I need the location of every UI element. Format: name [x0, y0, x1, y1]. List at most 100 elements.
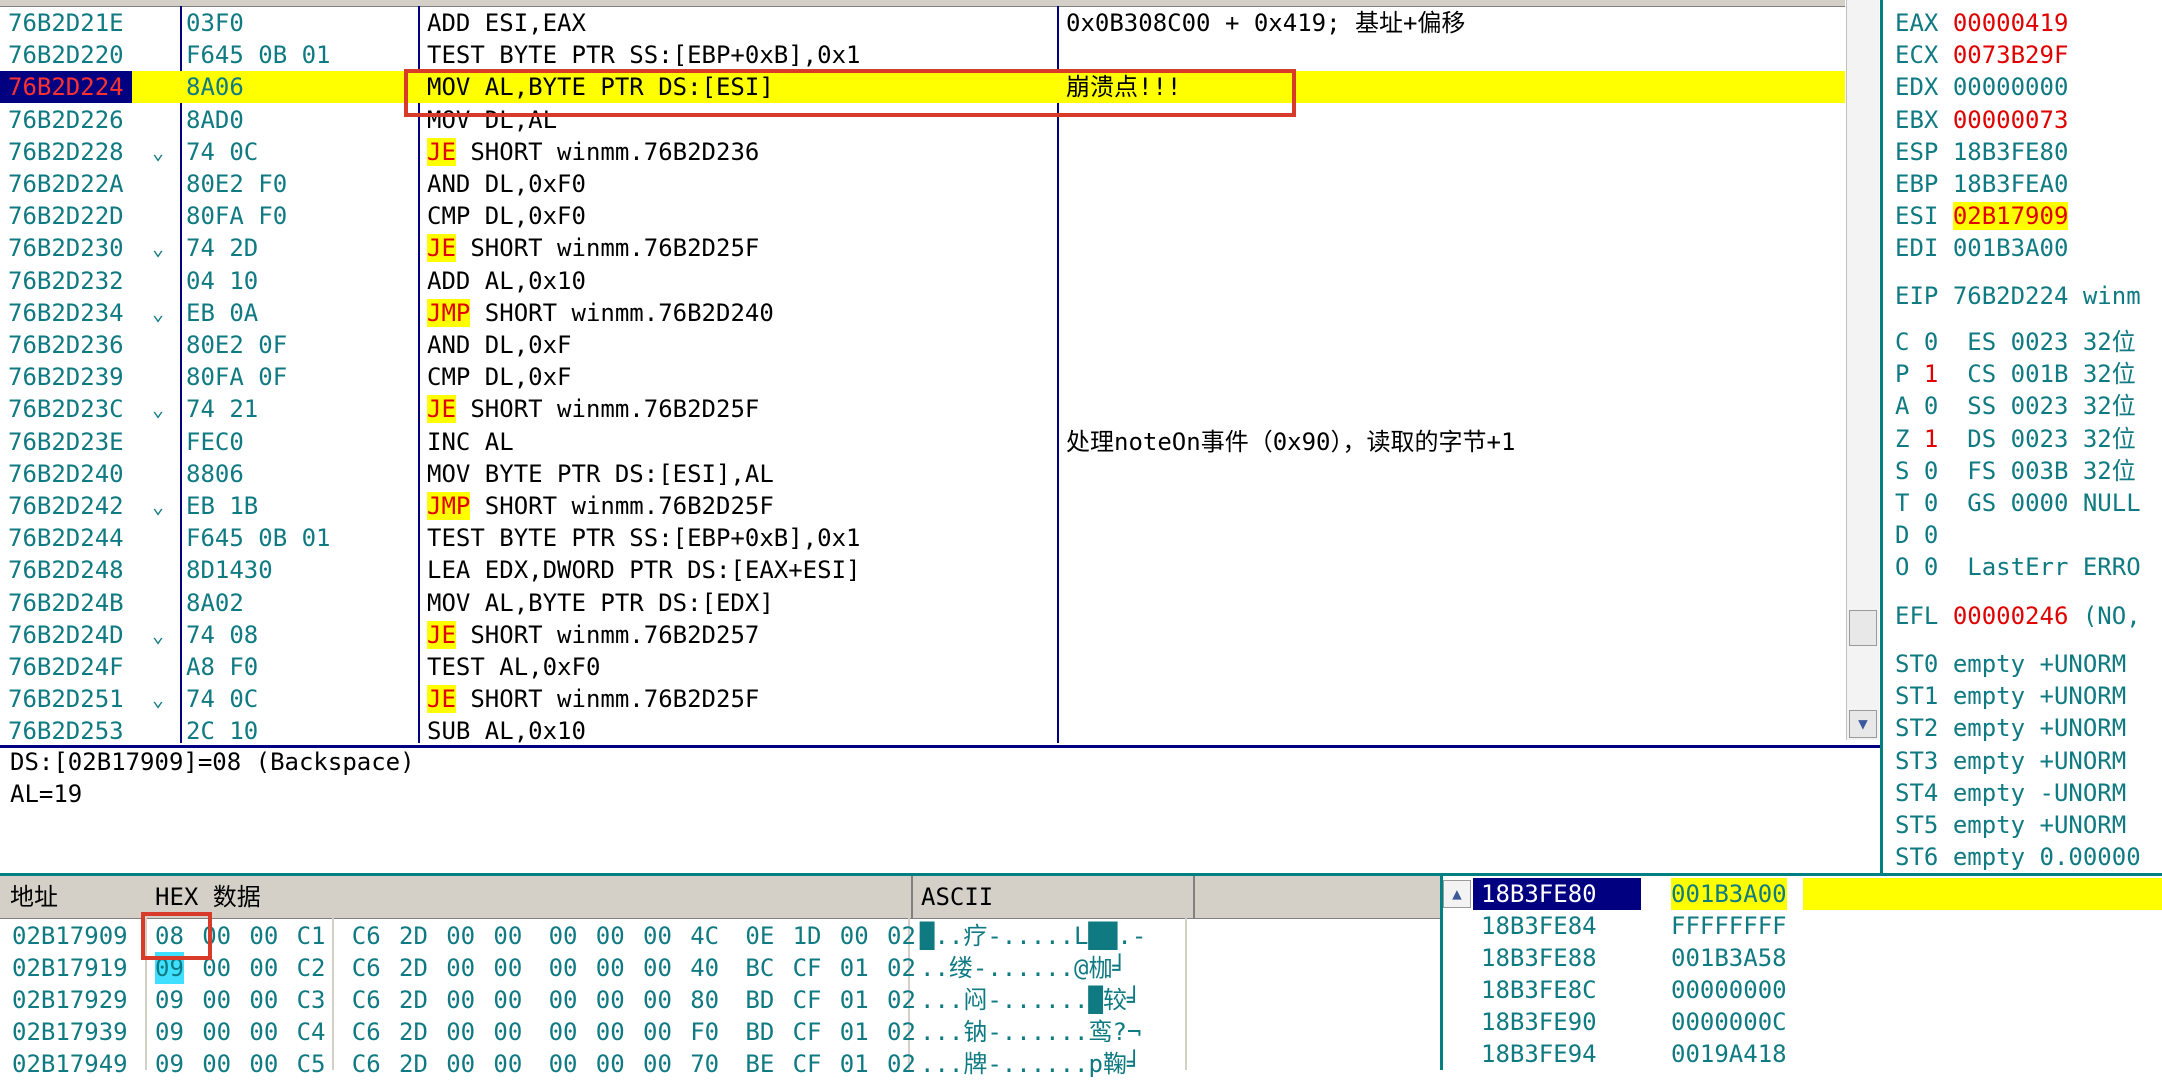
flag-bit[interactable]: 0 [1924, 489, 1938, 517]
registers-pane[interactable]: EAX 00000419 ECX 0073B29F EDX 00000000 EBX … [1880, 0, 2162, 876]
hex-byte[interactable]: C4 [297, 1016, 326, 1048]
hex-byte[interactable]: 00 [596, 920, 625, 952]
disasm-row[interactable]: 76B2D24B 8A02 MOV AL,BYTE PTR DS:[EDX] [0, 587, 1845, 619]
hex-byte[interactable]: C5 [297, 1048, 326, 1080]
disasm-row[interactable]: 76B2D24D ⌄ 74 08 JE SHORT winmm.76B2D257 [0, 619, 1845, 651]
hex-byte[interactable]: 00 [493, 952, 522, 984]
hex-byte[interactable]: 00 [643, 984, 672, 1016]
hex-byte[interactable]: 09 [155, 1048, 184, 1080]
fpu-register[interactable]: ST3 empty +UNORM [1895, 745, 2126, 777]
hex-byte[interactable]: 00 [596, 952, 625, 984]
hex-byte[interactable]: C1 [297, 920, 326, 952]
disasm-row[interactable]: 76B2D234 ⌄ EB 0A JMP SHORT winmm.76B2D240 [0, 297, 1845, 329]
scroll-up-icon[interactable]: ▲ [1443, 880, 1471, 908]
flag-row[interactable]: T 0 GS 0000 NULL [1895, 487, 2141, 519]
hex-byte[interactable]: 09 [155, 1016, 184, 1048]
hex-byte[interactable]: C3 [297, 984, 326, 1016]
disasm-row[interactable]: 76B2D244 F645 0B 01 TEST BYTE PTR SS:[EBP+… [0, 522, 1845, 554]
disasm-row[interactable]: 76B2D230 ⌄ 74 2D JE SHORT winmm.76B2D25F [0, 232, 1845, 264]
hex-byte[interactable]: 00 [549, 1048, 578, 1080]
disasm-row[interactable]: 76B2D22A 80E2 F0 AND DL,0xF0 [0, 168, 1845, 200]
hex-byte[interactable]: BD [745, 984, 774, 1016]
disasm-row[interactable]: 76B2D220 F645 0B 01 TEST BYTE PTR SS:[EBP+… [0, 39, 1845, 71]
disasm-row[interactable]: 76B2D228 ⌄ 74 0C JE SHORT winmm.76B2D236 [0, 136, 1845, 168]
scroll-down-icon[interactable]: ▼ [1849, 710, 1877, 738]
hex-byte[interactable]: 00 [446, 1048, 475, 1080]
register-value[interactable]: 18B3FEA0 [1953, 170, 2069, 198]
hex-byte[interactable]: 00 [493, 984, 522, 1016]
register-efl[interactable]: EFL 00000246 (NO, [1895, 600, 2141, 632]
hex-byte[interactable]: CF [793, 1048, 822, 1080]
disasm-row[interactable]: 76B2D253 2C 10 SUB AL,0x10 [0, 715, 1845, 747]
register-value[interactable]: 0073B29F [1953, 41, 2069, 69]
hex-byte[interactable]: 2D [399, 920, 428, 952]
memory-dump-pane[interactable]: 地址 HEX 数据 ASCII 02B17909 08 00 00 C1 C6 2D 00 00… [0, 876, 1440, 1078]
scrollbar-thumb[interactable] [1849, 610, 1877, 646]
stack-row[interactable]: 18B3FE8C 00000000 [1473, 974, 2162, 1006]
register-value[interactable]: 00000073 [1953, 106, 2069, 134]
register-eax[interactable]: EAX 00000419 [1895, 7, 2068, 39]
flag-bit[interactable]: 0 [1924, 392, 1938, 420]
hex-byte[interactable]: 00 [596, 984, 625, 1016]
hex-byte[interactable]: 02 [887, 920, 916, 952]
hex-byte[interactable]: 02 [887, 984, 916, 1016]
stack-value[interactable]: FFFFFFFF [1671, 910, 1787, 942]
hex-byte[interactable]: 00 [446, 952, 475, 984]
disasm-row[interactable]: 76B2D24F A8 F0 TEST AL,0xF0 [0, 651, 1845, 683]
register-esp[interactable]: ESP 18B3FE80 [1895, 136, 2068, 168]
dump-column-ascii[interactable]: ASCII [913, 876, 1195, 919]
register-value[interactable]: 76B2D224 winm [1953, 282, 2141, 310]
flag-bit[interactable]: 0 [1924, 328, 1938, 356]
stack-row[interactable]: 18B3FE94 0019A418 [1473, 1038, 2162, 1070]
register-ebp[interactable]: EBP 18B3FEA0 [1895, 168, 2068, 200]
hex-byte[interactable]: 00 [493, 920, 522, 952]
hex-byte[interactable]: C6 [352, 952, 381, 984]
fpu-register[interactable]: ST0 empty +UNORM [1895, 648, 2126, 680]
register-eip[interactable]: EIP 76B2D224 winm [1895, 280, 2141, 312]
hex-byte[interactable]: 00 [249, 984, 278, 1016]
hex-byte[interactable]: 00 [549, 1016, 578, 1048]
hex-byte[interactable]: C6 [352, 984, 381, 1016]
register-value[interactable]: 00000000 [1953, 73, 2069, 101]
register-ecx[interactable]: ECX 0073B29F [1895, 39, 2068, 71]
hex-byte[interactable]: 00 [202, 984, 231, 1016]
hex-byte[interactable]: 02 [887, 952, 916, 984]
hex-byte[interactable]: 00 [549, 920, 578, 952]
hex-byte[interactable]: 01 [840, 984, 869, 1016]
hex-byte[interactable]: C6 [352, 1048, 381, 1080]
dump-row[interactable]: 02B17909 08 00 00 C1 C6 2D 00 00 00 00 00 4C 0E 1D 00 02… [0, 920, 1440, 952]
stack-row[interactable]: 18B3FE90 0000000C [1473, 1006, 2162, 1038]
hex-byte[interactable]: 00 [596, 1016, 625, 1048]
disasm-row[interactable]: 76B2D239 80FA 0F CMP DL,0xF [0, 361, 1845, 393]
flag-bit[interactable]: 1 [1924, 425, 1938, 453]
hex-byte[interactable]: 2D [399, 952, 428, 984]
hex-byte[interactable]: C6 [352, 920, 381, 952]
hex-byte[interactable]: C2 [297, 952, 326, 984]
hex-byte[interactable]: 01 [840, 952, 869, 984]
hex-byte[interactable]: 00 [202, 1048, 231, 1080]
disasm-row[interactable]: 76B2D23C ⌄ 74 21 JE SHORT winmm.76B2D25F [0, 393, 1845, 425]
dump-row[interactable]: 02B17939 09 00 00 C4 C6 2D 00 00 00 00 00 F0 BD CF 01 02… [0, 1016, 1440, 1048]
register-edi[interactable]: EDI 001B3A00 [1895, 232, 2068, 264]
hex-byte[interactable]: 70 [690, 1048, 719, 1080]
register-value[interactable]: 02B17909 [1952, 202, 2069, 231]
flag-row[interactable]: O 0 LastErr ERRO [1895, 551, 2141, 583]
hex-byte[interactable]: 09 [155, 984, 184, 1016]
hex-byte[interactable]: 02 [887, 1048, 916, 1080]
hex-byte[interactable]: 2D [399, 1016, 428, 1048]
hex-byte[interactable]: 00 [249, 1048, 278, 1080]
hex-byte[interactable]: CF [793, 984, 822, 1016]
hex-byte[interactable]: 80 [690, 984, 719, 1016]
hex-byte[interactable]: CF [793, 952, 822, 984]
stack-row[interactable]: 18B3FE88 001B3A58 [1473, 942, 2162, 974]
flag-bit[interactable]: 0 [1924, 521, 1938, 549]
dump-row[interactable]: 02B17949 09 00 00 C5 C6 2D 00 00 00 00 00 70 BE CF 01 02… [0, 1048, 1440, 1080]
disasm-row[interactable]: 76B2D23E FEC0 INC AL 处理noteOn事件（0x90），读取的字节… [0, 426, 1845, 458]
stack-value[interactable]: 0019A418 [1671, 1038, 1787, 1070]
hex-byte[interactable]: 01 [840, 1016, 869, 1048]
hex-byte[interactable]: 00 [249, 1016, 278, 1048]
disassembly-scrollbar[interactable]: ▼ [1846, 0, 1879, 740]
hex-byte[interactable]: 00 [643, 920, 672, 952]
hex-byte[interactable]: 0E [745, 920, 774, 952]
hex-byte[interactable]: 2D [399, 1048, 428, 1080]
